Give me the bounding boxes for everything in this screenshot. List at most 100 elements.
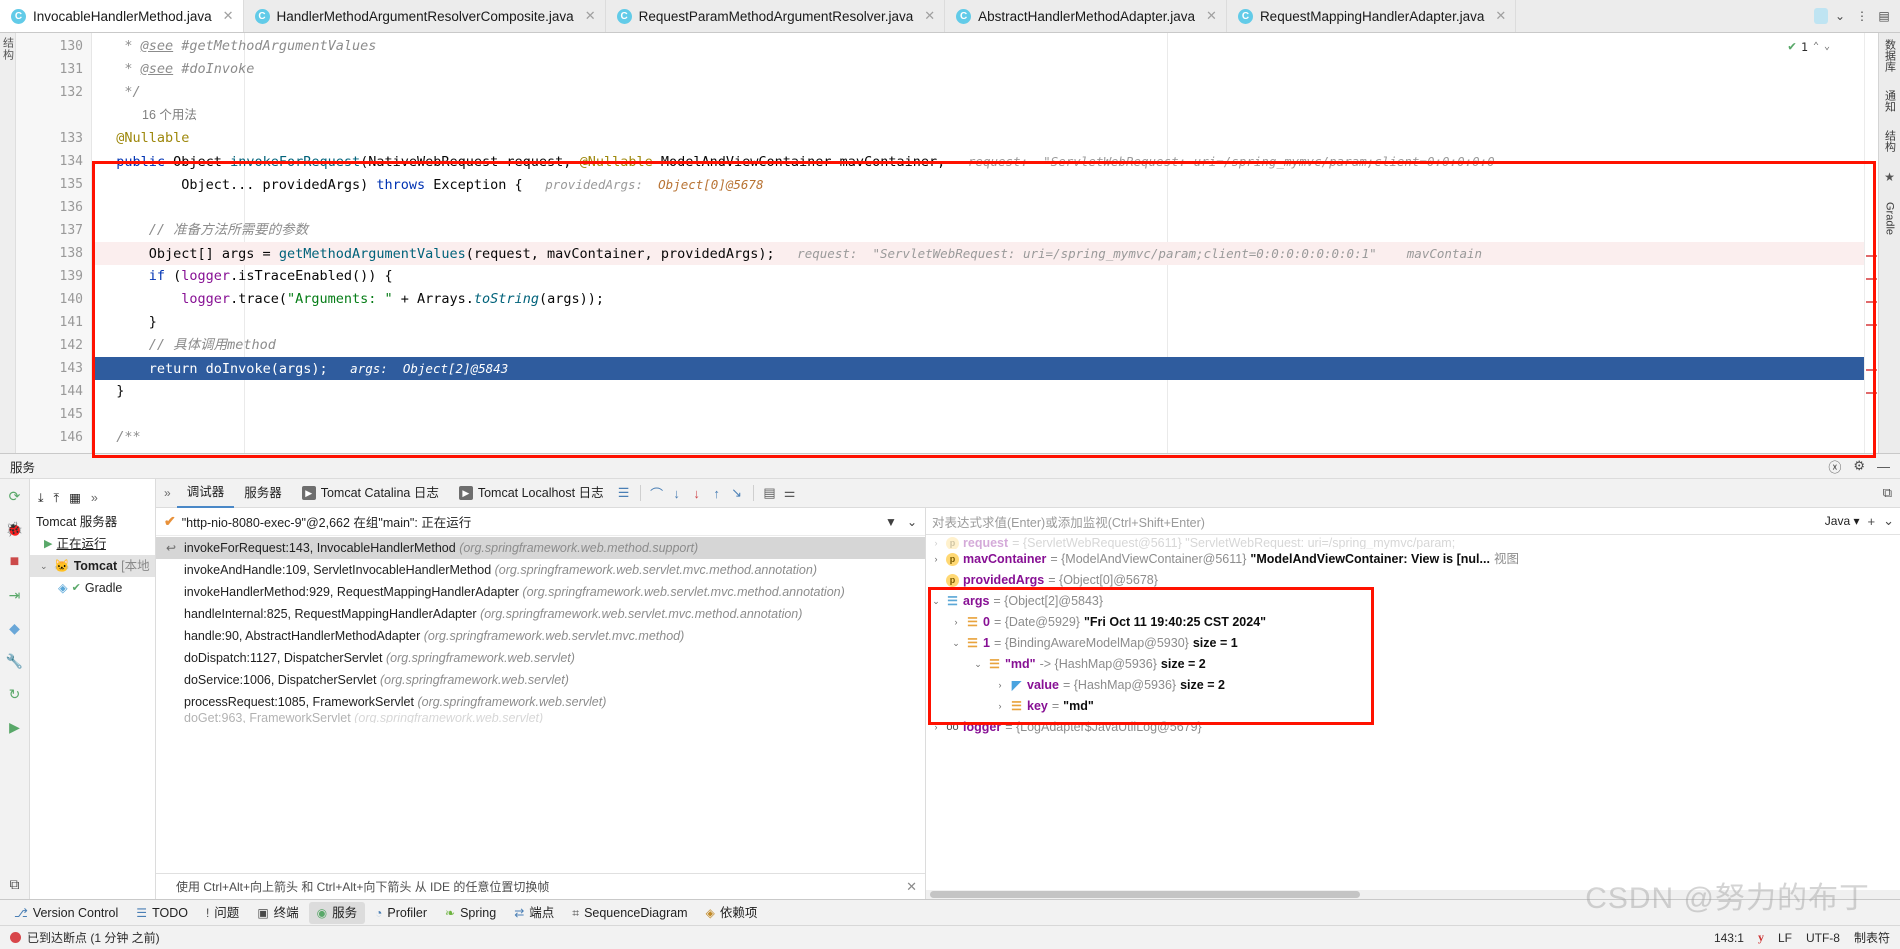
step-into-icon[interactable]: ↓ [667, 486, 687, 501]
editor-tab-2[interactable]: C RequestParamMethodArgumentResolver.jav… [606, 0, 946, 32]
show-execution-point-icon[interactable]: ☰ [614, 485, 634, 501]
frame-row[interactable]: invokeHandlerMethod:929, RequestMappingH… [156, 581, 925, 603]
add-watch-icon[interactable]: + [1868, 514, 1876, 529]
close-icon[interactable]: ✕ [585, 8, 596, 24]
variable-row[interactable]: › p mavContainer = {ModelAndViewContaine… [926, 549, 1900, 570]
overflow-chevrons-icon[interactable]: » [164, 486, 177, 500]
close-icon[interactable]: ✕ [1495, 8, 1506, 24]
editor-tab-1[interactable]: C HandlerMethodArgumentResolverComposite… [244, 0, 606, 32]
tab-overflow-pill-icon[interactable] [1814, 8, 1828, 24]
tab-localhost-log[interactable]: ▶ Tomcat Localhost 日志 [449, 479, 614, 508]
chevron-down-icon[interactable]: ⌄ [972, 654, 984, 675]
resume-icon[interactable]: ⇥ [6, 586, 24, 604]
debugger-layout-icon[interactable]: ⧉ [1883, 485, 1900, 501]
chevron-right-icon[interactable]: › [930, 549, 942, 570]
variables-list[interactable]: › p request = {ServletWebRequest@5611} "… [926, 535, 1900, 890]
chevron-down-icon[interactable]: ⌄ [1830, 5, 1850, 27]
filter-icon[interactable]: ▼ [885, 515, 897, 529]
force-step-into-icon[interactable]: ↓ [687, 486, 707, 501]
chevron-down-icon[interactable]: ⌄ [950, 633, 962, 654]
close-icon[interactable]: ✕ [906, 879, 917, 895]
services-tree[interactable]: ⤓ ⤒ ▦ » Tomcat 服务器 ▶ 正在运行 ⌄ 🐱 Tomcat [本地… [30, 479, 156, 899]
rail-item-gradle[interactable]: Gradle [1884, 202, 1896, 235]
tree-node-tomcat-servers[interactable]: Tomcat 服务器 [30, 511, 155, 533]
evaluate-expression-bar[interactable]: 对表达式求值(Enter)或添加监视(Ctrl+Shift+Enter) Jav… [926, 508, 1900, 535]
chevron-down-icon[interactable]: ⌄ [40, 555, 50, 577]
left-strip-label[interactable]: 结构 [0, 37, 16, 61]
tool-button-sequence-diagram[interactable]: ⌗ SequenceDiagram [564, 902, 695, 924]
editor-tab-4[interactable]: C RequestMappingHandlerAdapter.java ✕ [1227, 0, 1517, 32]
tool-button-todo[interactable]: ☰ TODO [128, 902, 196, 924]
chevron-up-icon[interactable]: ⌃ [1813, 41, 1819, 52]
bookmarks-icon[interactable]: ★ [1884, 170, 1895, 184]
frame-row[interactable]: doGet:963, FrameworkServlet (org.springf… [156, 713, 925, 723]
variable-row[interactable]: › ☰ key = "md" [926, 696, 1900, 717]
variable-row[interactable]: ⌄ ☰ 1 = {BindingAwareModelMap@5930} size… [926, 633, 1900, 654]
tool-button-services[interactable]: ◉ 服务 [308, 901, 366, 924]
close-icon[interactable]: ✕ [223, 8, 234, 24]
thread-selector[interactable]: ✔ "http-nio-8080-exec-9"@2,662 在组"main":… [156, 508, 925, 536]
tool-button-dependencies[interactable]: ◈ 依赖项 [698, 902, 766, 924]
tool-button-version-control[interactable]: ⎇ Version Control [6, 902, 126, 924]
variables-hscrollbar[interactable] [926, 890, 1900, 899]
close-icon[interactable]: ✕ [1206, 8, 1217, 24]
editor-tab-3[interactable]: C AbstractHandlerMethodAdapter.java ✕ [945, 0, 1227, 32]
database-icon[interactable]: ▤ [1874, 5, 1894, 27]
yandex-indicator-icon[interactable]: y [1758, 930, 1764, 945]
minimize-icon[interactable]: — [1877, 459, 1890, 474]
step-over-icon[interactable]: ⌒ [647, 484, 667, 503]
frame-row[interactable]: processRequest:1085, FrameworkServlet (o… [156, 691, 925, 713]
variable-row[interactable]: › p providedArgs = {Object[0]@5678} [926, 570, 1900, 591]
settings-wrench-icon[interactable]: 🔧 [6, 652, 24, 670]
tree-node-running[interactable]: ▶ 正在运行 [30, 533, 155, 555]
frame-row[interactable]: invokeAndHandle:109, ServletInvocableHan… [156, 559, 925, 581]
settings-icon[interactable]: ⚌ [780, 485, 800, 501]
expand-all-icon[interactable]: ⤓ [38, 487, 44, 509]
rail-item-database[interactable]: 数据库 [1882, 39, 1898, 72]
frame-row[interactable]: ↩ invokeForRequest:143, InvocableHandler… [156, 537, 925, 559]
collapse-all-icon[interactable]: ⤒ [54, 487, 60, 509]
frame-row[interactable]: doService:1006, DispatcherServlet (org.s… [156, 669, 925, 691]
tree-node-gradle[interactable]: ◈ ✔ Gradle [30, 577, 155, 599]
rerun-icon[interactable]: ⟳ [6, 487, 24, 505]
variable-row[interactable]: ⌄ ☰ args = {Object[2]@5843} [926, 591, 1900, 612]
step-out-icon[interactable]: ↑ [707, 486, 727, 501]
help-icon[interactable]: ⓧ [1828, 457, 1841, 476]
chevron-right-icon[interactable]: › [994, 675, 1006, 696]
tab-catalina-log[interactable]: ▶ Tomcat Catalina 日志 [292, 479, 449, 508]
editor-marker-strip[interactable] [1864, 33, 1878, 453]
variable-row[interactable]: › ◤ value = {HashMap@5936} size = 2 [926, 675, 1900, 696]
frame-row[interactable]: handle:90, AbstractHandlerMethodAdapter … [156, 625, 925, 647]
language-selector[interactable]: Java ▾ [1825, 514, 1860, 528]
tab-debugger[interactable]: 调试器 [176, 479, 235, 508]
caret-position[interactable]: 143:1 [1714, 931, 1744, 945]
tool-button-terminal[interactable]: ▣ 终端 [249, 902, 306, 924]
inspection-widget[interactable]: ✔ 1 ⌃ ⌄ [1788, 39, 1830, 54]
line-separator[interactable]: LF [1778, 931, 1792, 945]
chevron-down-icon[interactable]: ⌄ [1883, 513, 1894, 529]
tool-button-spring[interactable]: ❧ Spring [437, 902, 504, 924]
indent-setting[interactable]: 制表符 [1854, 929, 1890, 946]
tab-server[interactable]: 服务器 [234, 479, 292, 508]
mute-breakpoints-icon[interactable]: ◆ [6, 619, 24, 637]
variable-row[interactable]: › oo logger = {LogAdapter$JavaUtilLog@56… [926, 717, 1900, 738]
editor-tab-0[interactable]: C InvocableHandlerMethod.java ✕ [0, 0, 244, 32]
tool-button-problems[interactable]: ! 问题 [198, 902, 247, 924]
tool-button-endpoints[interactable]: ⇄ 端点 [506, 902, 562, 924]
group-icon[interactable]: ▦ [69, 487, 81, 509]
chevron-down-icon[interactable]: ⌄ [907, 515, 917, 529]
more-options-icon[interactable]: ⋮ [1852, 5, 1872, 27]
watch-input[interactable]: 对表达式求值(Enter)或添加监视(Ctrl+Shift+Enter) [932, 512, 1817, 531]
variable-row[interactable]: › ☰ 0 = {Date@5929} "Fri Oct 11 19:40:25… [926, 612, 1900, 633]
variable-row[interactable]: › p request = {ServletWebRequest@5611} "… [926, 537, 1900, 549]
chevron-right-icon[interactable]: › [994, 696, 1006, 717]
close-icon[interactable]: ✕ [924, 8, 935, 24]
chevron-right-icon[interactable]: › [930, 537, 942, 549]
file-encoding[interactable]: UTF-8 [1806, 931, 1840, 945]
frame-row[interactable]: doDispatch:1127, DispatcherServlet (org.… [156, 647, 925, 669]
frames-list[interactable]: ↩ invokeForRequest:143, InvocableHandler… [156, 536, 925, 873]
evaluate-icon[interactable]: ▤ [760, 485, 780, 501]
variable-row[interactable]: ⌄ ☰ "md" -> {HashMap@5936} size = 2 [926, 654, 1900, 675]
more-icon[interactable]: » [91, 487, 98, 509]
restart-icon[interactable]: ↻ [6, 685, 24, 703]
